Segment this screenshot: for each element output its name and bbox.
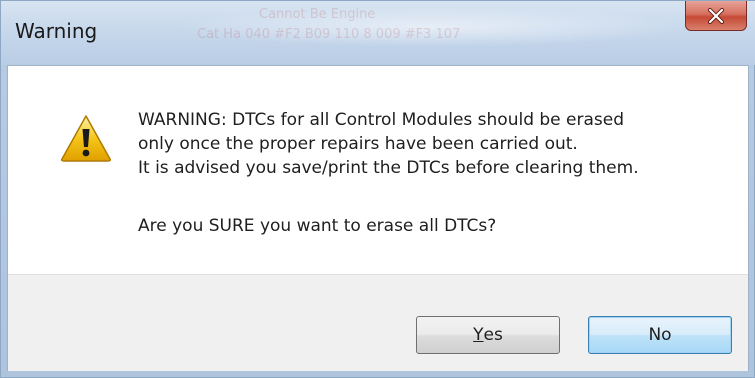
no-button[interactable]: No (588, 316, 732, 354)
title-bar[interactable]: Cannot Be Engine Cat Ha 040 #F2 B09 110 … (1, 1, 755, 65)
confirmation-question: Are you SURE you want to erase all DTCs? (138, 216, 497, 236)
yes-label: es (483, 325, 503, 345)
yes-button[interactable]: Yes (416, 316, 560, 354)
background-window-text: Cannot Be Engine (259, 7, 376, 22)
window-title: Warning (15, 19, 98, 43)
warning-triangle-icon (61, 115, 111, 162)
message-line: WARNING: DTCs for all Control Modules sh… (138, 110, 625, 130)
message-line: only once the proper repairs have been c… (138, 134, 578, 154)
close-icon (708, 7, 724, 24)
background-window-text: Cat Ha 040 #F2 B09 110 8 009 #F3 107 (197, 27, 461, 42)
dialog-content: WARNING: DTCs for all Control Modules sh… (7, 65, 749, 371)
yes-mnemonic: Y (473, 325, 484, 345)
message-line: It is advised you save/print the DTCs be… (138, 158, 639, 178)
no-label: No (648, 325, 672, 345)
warning-message: WARNING: DTCs for all Control Modules sh… (138, 108, 639, 180)
close-button[interactable] (685, 1, 747, 31)
dialog-window: Cannot Be Engine Cat Ha 040 #F2 B09 110 … (0, 0, 755, 378)
